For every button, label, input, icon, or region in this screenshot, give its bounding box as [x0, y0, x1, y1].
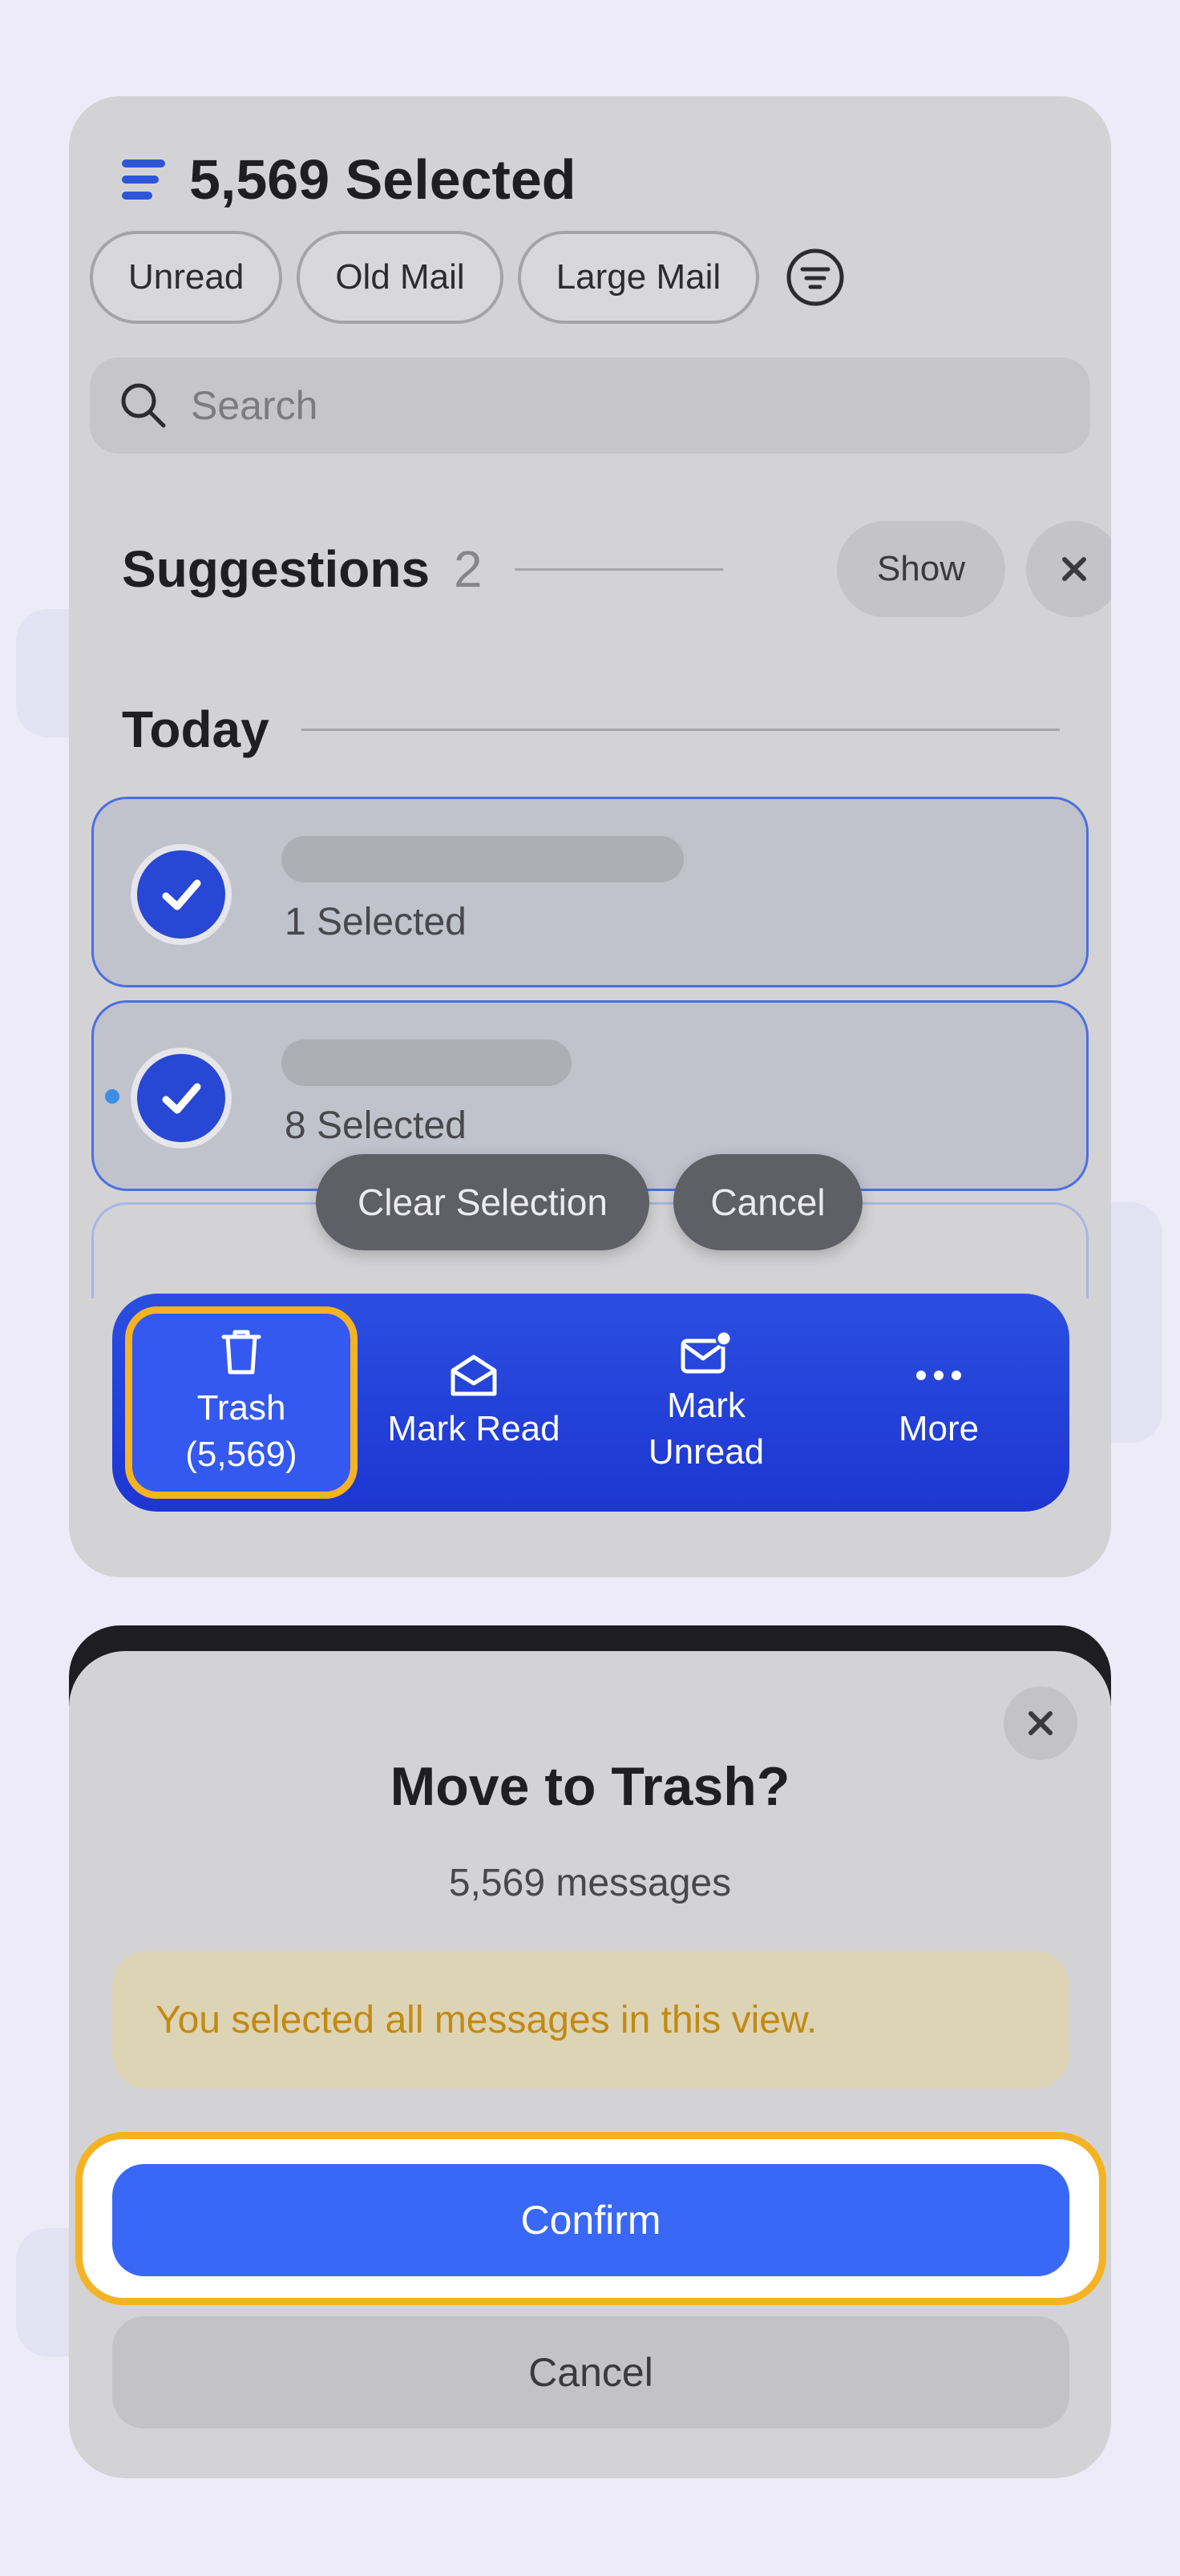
search-icon	[121, 383, 166, 428]
trash-icon	[221, 1330, 261, 1375]
search-bar[interactable]	[90, 357, 1090, 454]
confirm-button[interactable]: Confirm	[112, 2164, 1069, 2276]
suggestions-count: 2	[454, 540, 483, 598]
selected-count-label: 1 Selected	[285, 901, 467, 943]
filter-chips: Unread Old Mail Large Mail	[90, 231, 846, 324]
filter-chip-old-mail[interactable]: Old Mail	[297, 231, 503, 324]
trash-label: Trash	[196, 1388, 286, 1427]
sender-placeholder	[281, 1040, 572, 1086]
warning-text: You selected all messages in this view.	[156, 1998, 818, 2041]
move-to-trash-dialog: Move to Trash? 5,569 messages You select…	[69, 1651, 1111, 2478]
trash-count-label: (5,569)	[185, 1435, 297, 1474]
more-label: More	[898, 1409, 980, 1448]
mark-unread-label-line1: Mark	[667, 1386, 746, 1425]
mark-unread-button[interactable]: Mark Unread	[590, 1294, 822, 1512]
envelope-open-icon	[451, 1355, 497, 1396]
divider	[301, 728, 1060, 731]
mark-read-button[interactable]: Mark Read	[358, 1294, 590, 1512]
more-button[interactable]: More	[822, 1294, 1055, 1512]
mark-unread-label-line2: Unread	[648, 1432, 765, 1472]
section-title: Today	[122, 701, 269, 758]
dialog-subtitle: 5,569 messages	[448, 1862, 732, 1904]
dismiss-suggestions-button[interactable]	[1026, 521, 1111, 617]
checkmark-icon	[162, 879, 201, 910]
selection-checkbox[interactable]	[131, 844, 232, 945]
menu-icon[interactable]	[122, 157, 167, 202]
selected-count-label: 8 Selected	[285, 1104, 467, 1147]
page-title: 5,569 Selected	[189, 148, 576, 211]
more-dots-icon	[916, 1371, 961, 1380]
close-icon	[1028, 1711, 1053, 1735]
show-suggestions-button[interactable]: Show	[837, 521, 1005, 617]
filter-chip-unread[interactable]: Unread	[90, 231, 283, 324]
warning-banner: You selected all messages in this view.	[112, 1951, 1069, 2089]
dialog-title: Move to Trash?	[390, 1756, 790, 1817]
unread-dot	[105, 1089, 119, 1104]
clear-selection-button[interactable]: Clear Selection	[316, 1154, 649, 1250]
suggestions-row: Suggestions 2 Show	[122, 521, 1111, 617]
sender-placeholder	[281, 836, 684, 882]
section-header-today: Today	[122, 689, 1060, 769]
mark-read-label: Mark Read	[387, 1409, 560, 1448]
trash-button[interactable]: Trash (5,569)	[125, 1294, 358, 1512]
checkmark-icon	[162, 1083, 201, 1114]
cancel-selection-button[interactable]: Cancel	[673, 1154, 863, 1250]
bulk-action-bar: Trash (5,569) Mark Read Mark Unread More	[112, 1294, 1069, 1512]
filter-chip-large-mail[interactable]: Large Mail	[517, 231, 760, 324]
mail-thread-row[interactable]: 1 Selected	[91, 797, 1089, 987]
divider	[514, 567, 723, 571]
mail-selection-panel: 5,569 Selected Unread Old Mail Large Mai…	[69, 96, 1111, 1577]
suggestions-title: Suggestions	[122, 540, 430, 598]
dialog-close-button[interactable]	[1004, 1686, 1077, 1760]
selection-checkbox[interactable]	[131, 1048, 232, 1149]
envelope-badge-icon	[681, 1330, 733, 1374]
search-input[interactable]	[189, 382, 914, 430]
cancel-button[interactable]: Cancel	[112, 2316, 1069, 2429]
close-icon	[1062, 557, 1086, 581]
header: 5,569 Selected	[122, 131, 576, 228]
filter-icon[interactable]	[785, 247, 846, 308]
